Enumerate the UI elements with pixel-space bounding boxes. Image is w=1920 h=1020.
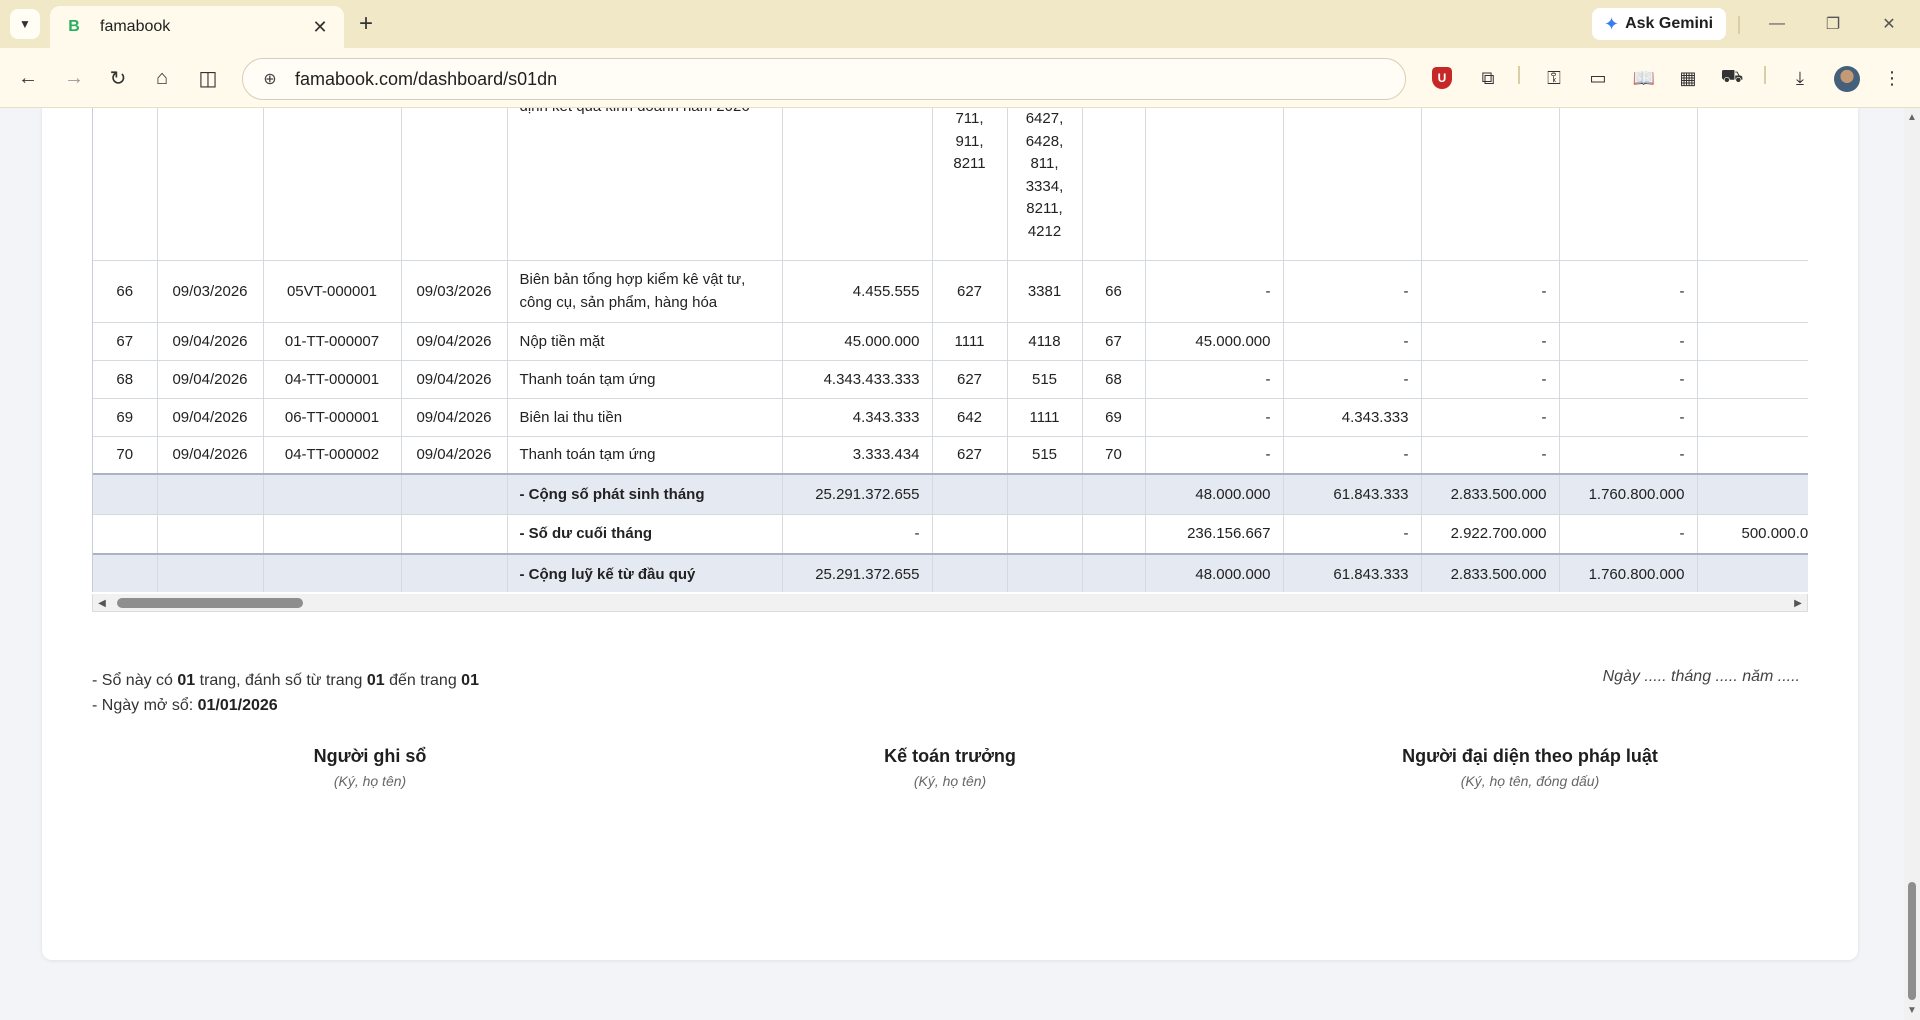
extensions-icon[interactable]: ⧉ (1474, 64, 1502, 92)
famabook-favicon-icon: B (68, 18, 80, 35)
minimize-button[interactable]: — (1762, 10, 1792, 38)
summary-row-monthly-total: - Cộng số phát sinh tháng 25.291.372.655… (93, 474, 1808, 515)
forward-button[interactable]: → (58, 62, 90, 94)
chevron-down-icon: ▼ (19, 17, 31, 31)
page-count-note: - Sổ này có 01 trang, đánh số từ trang 0… (92, 672, 479, 689)
table-row: 70 09/04/2026 04-TT-000002 09/04/2026 Th… (93, 436, 1808, 475)
summary-row-quarter-cumulative: - Cộng luỹ kế từ đầu quý 25.291.372.655 … (93, 554, 1808, 592)
arrow-right-icon: → (64, 66, 84, 89)
close-window-button[interactable]: ✕ (1874, 10, 1904, 38)
incognito-icon[interactable]: ⛟ (1718, 64, 1746, 92)
password-key-icon[interactable]: ⚿ (1540, 64, 1568, 92)
signature-legal-representative: Người đại diện theo pháp luật (Ký, họ tê… (1402, 746, 1658, 789)
reload-icon: ↻ (109, 67, 127, 90)
close-icon[interactable]: ✕ (310, 17, 330, 37)
ledger-footnotes: - Sổ này có 01 trang, đánh số từ trang 0… (92, 668, 479, 718)
back-button[interactable]: ← (12, 62, 44, 94)
home-button[interactable]: ⌂ (146, 62, 178, 94)
restore-icon: ❐ (1825, 16, 1841, 33)
new-tab-button[interactable]: + (352, 10, 380, 38)
avatar[interactable] (1834, 66, 1860, 92)
summary-row-closing-balance: - Số dư cuối tháng - 236.156.667 - 2.922… (93, 514, 1808, 555)
open-date-note: - Ngày mở sổ: 01/01/2026 (92, 697, 278, 714)
row-description: định kết quả kinh doanh năm 2026 (520, 108, 770, 118)
ask-gemini-button[interactable]: ✦ Ask Gemini (1592, 8, 1726, 40)
vertical-scroll-thumb[interactable] (1908, 882, 1916, 1000)
scroll-down-icon[interactable]: ▼ (1907, 1005, 1917, 1016)
address-bar[interactable]: ⊕ famabook.com/dashboard/s01dn (242, 58, 1406, 100)
home-icon: ⌂ (155, 66, 169, 89)
tab-search-button[interactable]: ▼ (10, 9, 40, 39)
vertical-scrollbar[interactable]: ▲ ▼ (1904, 108, 1920, 1020)
restore-button[interactable]: ❐ (1818, 10, 1848, 38)
tab-famabook[interactable]: B famabook ✕ (50, 6, 344, 48)
table-row: định kết quả kinh doanh năm 2026 711, 91… (93, 108, 1808, 261)
divider (1764, 66, 1766, 84)
reload-button[interactable]: ↻ (102, 62, 134, 94)
page-viewport: định kết quả kinh doanh năm 2026 711, 91… (0, 108, 1904, 1020)
site-info-icon[interactable]: ⊕ (259, 68, 281, 90)
signature-chief-accountant: Kế toán trưởng (Ký, họ tên) (884, 746, 1016, 789)
divider (1738, 16, 1740, 34)
signature-bookkeeper: Người ghi sổ (Ký, họ tên) (313, 746, 427, 789)
split-view-button[interactable]: ◫ (192, 62, 224, 94)
tab-layout-icon[interactable]: ▦ (1674, 64, 1702, 92)
horizontal-scroll-thumb[interactable] (117, 598, 303, 608)
horizontal-scrollbar[interactable]: ◀ ▶ (92, 594, 1808, 612)
more-menu-icon[interactable]: ⋮ (1878, 64, 1906, 92)
debit-accounts: 711, 911, 8211 (932, 108, 1008, 261)
tab-title: famabook (100, 18, 171, 35)
close-window-icon: ✕ (1882, 16, 1896, 33)
url-text: famabook.com/dashboard/s01dn (295, 68, 558, 89)
tab-strip: ▼ B famabook ✕ + ✦ Ask Gemini — ❐ ✕ (0, 0, 1920, 48)
ledger-table-container: định kết quả kinh doanh năm 2026 711, 91… (92, 108, 1808, 592)
scroll-left-icon[interactable]: ◀ (95, 596, 109, 610)
browser-toolbar: ← → ↻ ⌂ ◫ ⊕ famabook.com/dashboard/s01dn… (0, 48, 1920, 108)
table-row: 69 09/04/2026 06-TT-000001 09/04/2026 Bi… (93, 398, 1808, 437)
scroll-up-icon[interactable]: ▲ (1907, 112, 1917, 123)
table-row: 66 09/03/2026 05VT-000001 09/03/2026 Biê… (93, 260, 1808, 323)
plus-icon: + (358, 10, 373, 37)
credit-accounts: 6427, 6428, 811, 3334, 8211, 4212 (1007, 108, 1083, 261)
scroll-right-icon[interactable]: ▶ (1791, 596, 1805, 610)
divider (1518, 66, 1520, 84)
ublock-extension-icon[interactable]: U (1432, 67, 1452, 89)
minimize-icon: — (1769, 15, 1785, 32)
split-view-icon: ◫ (198, 67, 218, 90)
arrow-left-icon: ← (18, 66, 38, 89)
payment-card-icon[interactable]: ▭ (1584, 64, 1612, 92)
ask-gemini-label: Ask Gemini (1625, 15, 1714, 32)
table-row: 68 09/04/2026 04-TT-000001 09/04/2026 Th… (93, 360, 1808, 399)
download-icon[interactable]: ⤓ (1786, 64, 1814, 92)
table-row: 67 09/04/2026 01-TT-000007 09/04/2026 Nộ… (93, 322, 1808, 361)
ledger-table: định kết quả kinh doanh năm 2026 711, 91… (93, 108, 1808, 592)
reading-mode-icon[interactable]: 📖 (1630, 64, 1658, 92)
gemini-star-icon: ✦ (1604, 13, 1620, 34)
signature-date-line: Ngày ..... tháng ..... năm ..... (1602, 668, 1800, 685)
